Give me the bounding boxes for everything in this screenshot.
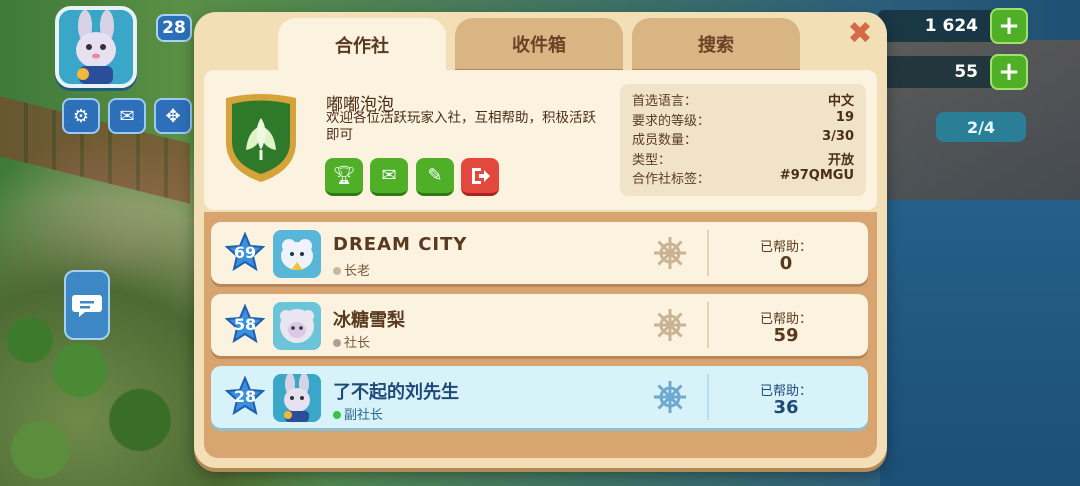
detail-required-level: 要求的等级： 19 [632,110,854,130]
quest-progress[interactable]: 2/4 [936,112,1026,142]
bunny-avatar-icon [273,374,321,422]
envelope-icon: ✉ [381,165,397,186]
detail-label: 合作社标签： [632,172,711,187]
club-shield-leaf-icon [226,94,296,182]
helped-count: 0 [779,253,793,274]
member-level: 69 [233,242,257,262]
ship-wheel-icon [654,237,686,269]
member-level: 58 [233,314,257,334]
water-background [880,200,1080,486]
status-dot-icon [333,267,341,275]
member-role: 社长 [344,336,371,351]
pencil-icon: ✎ [427,165,443,186]
mail-button[interactable]: ✉ [108,98,146,134]
member-row[interactable]: 58 冰糖雪梨 社长 已帮助： 59 [211,294,868,356]
bunny-avatar-icon [59,10,133,84]
tab-search[interactable]: 搜索 [632,18,800,72]
status-dot-icon [333,339,341,347]
detail-value: 开放 [827,152,854,168]
online-status-icon [333,411,341,419]
member-name: 了不起的刘先生 [333,382,459,403]
club-ranking-button[interactable]: 🏆︎ [325,158,363,196]
detail-label: 类型： [632,152,672,168]
helped-count: 59 [773,325,799,346]
settings-button[interactable]: ⚙ [62,98,100,134]
detail-value: 3/30 [822,129,854,144]
club-details: 首选语言： 中文 要求的等级： 19 成员数量： 3/30 类型： 开放 合作社… [620,84,866,196]
member-avatar [273,302,321,350]
helped-count: 36 [773,397,799,418]
tab-inbox[interactable]: 收件箱 [455,18,623,72]
member-role: 副社长 [344,408,384,423]
row-divider [707,374,709,420]
mail-icon: ✉ [119,105,135,127]
ship-wheel-icon [654,309,686,341]
chat-side-button[interactable] [64,270,110,340]
member-avatar [273,230,321,278]
member-level: 28 [233,386,257,406]
member-role-line: 副社长 [333,404,383,423]
cloud-character-icon [273,230,321,278]
close-icon[interactable]: ✖ [846,19,874,49]
detail-value: 中文 [827,94,854,109]
member-row-self[interactable]: 28 了不起的刘先生 副社长 已帮助： 36 [211,366,868,428]
trophy-icon: 🏆︎ [332,165,356,186]
player-level-badge: 28 [156,14,192,42]
detail-language: 首选语言： 中文 [632,90,854,110]
exit-door-icon [472,167,490,184]
detail-member-count: 成员数量： 3/30 [632,129,854,149]
detail-label: 首选语言： [632,94,698,109]
gear-icon: ⚙ [72,105,90,127]
chat-bubble-icon [72,295,102,317]
row-divider [707,302,709,348]
detail-tag: 合作社标签： #97QMGU [632,168,854,188]
add-coins-button[interactable]: + [990,8,1028,44]
club-message-button[interactable]: ✉ [370,158,408,196]
ship-wheel-icon [654,381,686,413]
member-name: DREAM CITY [333,234,468,255]
move-arrows-icon: ✥ [165,105,181,127]
player-avatar[interactable] [55,6,137,88]
member-row[interactable]: 69 DREAM CITY 长老 已帮助： 0 [211,222,868,284]
detail-value: #97QMGU [779,168,854,183]
move-button[interactable]: ✥ [154,98,192,134]
add-gems-button[interactable]: + [990,54,1028,90]
detail-label: 成员数量： [632,133,698,148]
member-role: 长老 [344,264,371,279]
club-description: 欢迎各位活跃玩家入社，互相帮助，积极活跃即可 [326,110,596,143]
row-divider [707,230,709,276]
member-avatar [273,374,321,422]
tab-cooperative[interactable]: 合作社 [278,18,446,72]
member-name: 冰糖雪梨 [333,310,405,331]
leave-club-button[interactable] [461,158,499,196]
member-role-line: 长老 [333,260,370,279]
club-edit-button[interactable]: ✎ [416,158,454,196]
detail-label: 要求的等级： [632,113,711,129]
sheep-character-icon [273,302,321,350]
member-role-line: 社长 [333,332,370,351]
detail-value: 19 [835,109,854,125]
detail-type: 类型： 开放 [632,149,854,169]
